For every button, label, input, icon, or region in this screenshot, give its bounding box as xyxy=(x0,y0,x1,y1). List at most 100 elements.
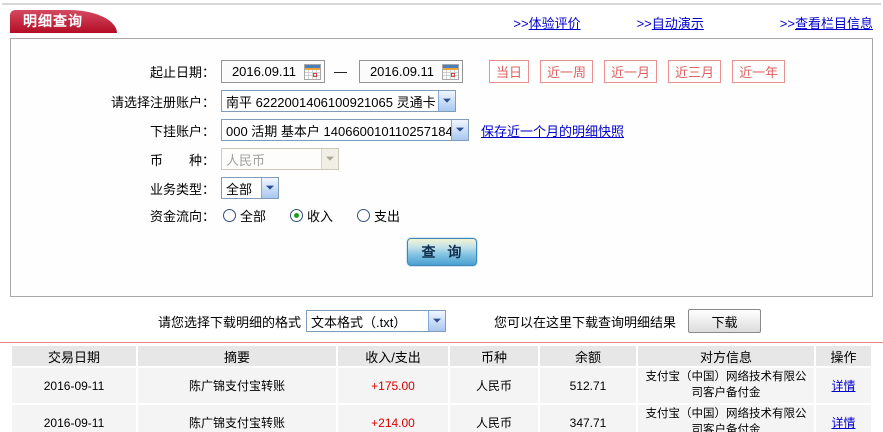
quick-button-last-3-months[interactable]: 近三月 xyxy=(668,60,722,83)
radio-icon xyxy=(357,209,371,222)
flow-option-expense[interactable]: 支出 xyxy=(357,206,400,225)
query-button-row: 查 询 xyxy=(11,238,872,266)
chevron-down-icon xyxy=(261,178,278,198)
detail-query-page: { "header": { "tab_title": "明细查询", "link… xyxy=(0,3,883,432)
date-to-input[interactable] xyxy=(362,64,442,79)
flow-option-label: 收入 xyxy=(307,209,334,224)
register-account-value: 南平 6222001406100921065 灵通卡 xyxy=(226,94,436,110)
calendar-icon[interactable] xyxy=(442,63,459,80)
cell-balance: 512.71 xyxy=(540,368,636,404)
link-prefix: >> xyxy=(513,16,529,31)
cell-summary: 陈广锦支付宝转账 xyxy=(138,405,336,432)
currency-select: 人民币 xyxy=(221,148,339,170)
radio-checked-icon xyxy=(290,209,304,222)
page-title: 明细查询 xyxy=(23,13,83,29)
flow-row: 资金流向： 全部 收入 支出 xyxy=(11,206,872,225)
link-auto-demo[interactable]: >>自动演示 xyxy=(637,13,704,32)
link-label: 查看栏目信息 xyxy=(794,16,873,31)
download-bar: 请您选择下载明细的格式 文本格式（.txt） 您可以在这里下载查询明细结果 下载 xyxy=(158,308,873,334)
flow-options: 全部 收入 支出 xyxy=(223,206,400,225)
sub-account-label: 下挂账户： xyxy=(149,123,215,139)
cell-amount: +175.00 xyxy=(338,368,448,404)
register-account-select[interactable]: 南平 6222001406100921065 灵通卡 xyxy=(221,90,456,112)
date-separator: — xyxy=(334,64,347,79)
chevron-down-icon xyxy=(438,91,455,111)
date-from-input[interactable] xyxy=(224,64,304,79)
cell-summary: 陈广锦支付宝转账 xyxy=(138,368,336,404)
top-divider xyxy=(2,3,881,5)
chevron-down-icon xyxy=(321,149,338,169)
flow-label: 资金流向： xyxy=(149,209,215,224)
date-range-row: 起止日期： — xyxy=(11,60,872,83)
table-header-row: 交易日期 摘要 收入/支出 币种 余额 对方信息 操作 xyxy=(12,346,871,366)
col-header-balance: 余额 xyxy=(540,346,636,366)
business-type-label: 业务类型： xyxy=(149,181,215,197)
sub-account-row: 下挂账户： 000 活期 基本户 1406600101102571848 保存近… xyxy=(11,119,872,141)
query-form-panel: 起止日期： — xyxy=(10,38,873,297)
business-type-select[interactable]: 全部 xyxy=(221,177,279,199)
download-button[interactable]: 下载 xyxy=(688,309,762,333)
radio-icon xyxy=(223,209,236,222)
quick-range-buttons: 当日 近一周 近一月 近三月 近一年 xyxy=(489,60,796,83)
calendar-icon[interactable] xyxy=(304,63,321,80)
cell-counterparty: 支付宝（中国）网络技术有限公司客户备付金 xyxy=(638,368,814,404)
quick-button-last-year[interactable]: 近一年 xyxy=(732,60,786,83)
transactions-table: 交易日期 摘要 收入/支出 币种 余额 对方信息 操作 2016-09-11 陈… xyxy=(10,344,873,432)
col-header-action: 操作 xyxy=(816,346,871,366)
link-experience-review[interactable]: >>体验评价 xyxy=(513,13,580,32)
col-header-date: 交易日期 xyxy=(12,346,136,366)
link-prefix: >> xyxy=(779,16,795,31)
table-row: 2016-09-11 陈广锦支付宝转账 +175.00 人民币 512.71 支… xyxy=(12,368,871,404)
download-hint: 您可以在这里下载查询明细结果 xyxy=(494,314,677,330)
flow-option-label: 支出 xyxy=(374,209,401,224)
link-prefix: >> xyxy=(636,16,652,31)
save-snapshot-link[interactable]: 保存近一个月的明细快照 xyxy=(481,121,624,140)
date-range-label: 起止日期： xyxy=(149,65,215,80)
quick-button-last-week[interactable]: 近一周 xyxy=(540,60,594,83)
cell-balance: 347.71 xyxy=(540,405,636,432)
sub-account-value: 000 活期 基本户 1406600101102571848 xyxy=(226,123,451,139)
cell-action: 详情 xyxy=(816,368,871,404)
link-view-column-info[interactable]: >>查看栏目信息 xyxy=(780,13,873,32)
cell-action: 详情 xyxy=(816,405,871,432)
table-row: 2016-09-11 陈广锦支付宝转账 +214.00 人民币 347.71 支… xyxy=(12,405,871,432)
cell-date: 2016-09-11 xyxy=(12,368,136,404)
cell-counterparty: 支付宝（中国）网络技术有限公司客户备付金 xyxy=(638,405,814,432)
sub-account-select[interactable]: 000 活期 基本户 1406600101102571848 xyxy=(221,119,469,141)
currency-row: 币 种： 人民币 xyxy=(11,148,872,170)
currency-value: 人民币 xyxy=(226,152,266,168)
link-label: 自动演示 xyxy=(651,16,704,31)
flow-option-label: 全部 xyxy=(240,209,267,224)
flow-option-all[interactable]: 全部 xyxy=(223,206,266,225)
register-account-row: 请选择注册账户： 南平 6222001406100921065 灵通卡 xyxy=(11,90,872,112)
col-header-counterparty: 对方信息 xyxy=(638,346,814,366)
cell-date: 2016-09-11 xyxy=(12,405,136,432)
cell-currency: 人民币 xyxy=(450,368,538,404)
download-format-value: 文本格式（.txt） xyxy=(311,314,407,330)
detail-link[interactable]: 详情 xyxy=(831,379,855,393)
flow-option-income[interactable]: 收入 xyxy=(290,206,333,225)
business-type-row: 业务类型： 全部 xyxy=(11,177,872,199)
currency-label: 币 种： xyxy=(149,152,215,168)
detail-link[interactable]: 详情 xyxy=(831,416,855,430)
date-to-field[interactable] xyxy=(359,60,463,83)
cell-amount: +214.00 xyxy=(338,405,448,432)
download-format-label: 请您选择下载明细的格式 xyxy=(158,314,302,330)
header-links: >>体验评价 >>自动演示 >>查看栏目信息 xyxy=(513,13,873,32)
tab-detail-query[interactable]: 明细查询 xyxy=(10,10,117,33)
link-label: 体验评价 xyxy=(528,16,581,31)
page-header: 明细查询 >>体验评价 >>自动演示 >>查看栏目信息 xyxy=(0,10,883,38)
quick-button-today[interactable]: 当日 xyxy=(489,60,530,83)
col-header-summary: 摘要 xyxy=(138,346,336,366)
table-top-divider xyxy=(0,342,883,343)
col-header-currency: 币种 xyxy=(450,346,538,366)
download-format-select[interactable]: 文本格式（.txt） xyxy=(306,310,447,332)
quick-button-last-month[interactable]: 近一月 xyxy=(604,60,658,83)
col-header-amount: 收入/支出 xyxy=(338,346,448,366)
chevron-down-icon xyxy=(451,120,468,140)
chevron-down-icon xyxy=(428,311,446,331)
date-from-field[interactable] xyxy=(221,60,325,83)
cell-currency: 人民币 xyxy=(450,405,538,432)
register-account-label: 请选择注册账户： xyxy=(110,94,215,110)
query-button[interactable]: 查 询 xyxy=(406,238,477,266)
